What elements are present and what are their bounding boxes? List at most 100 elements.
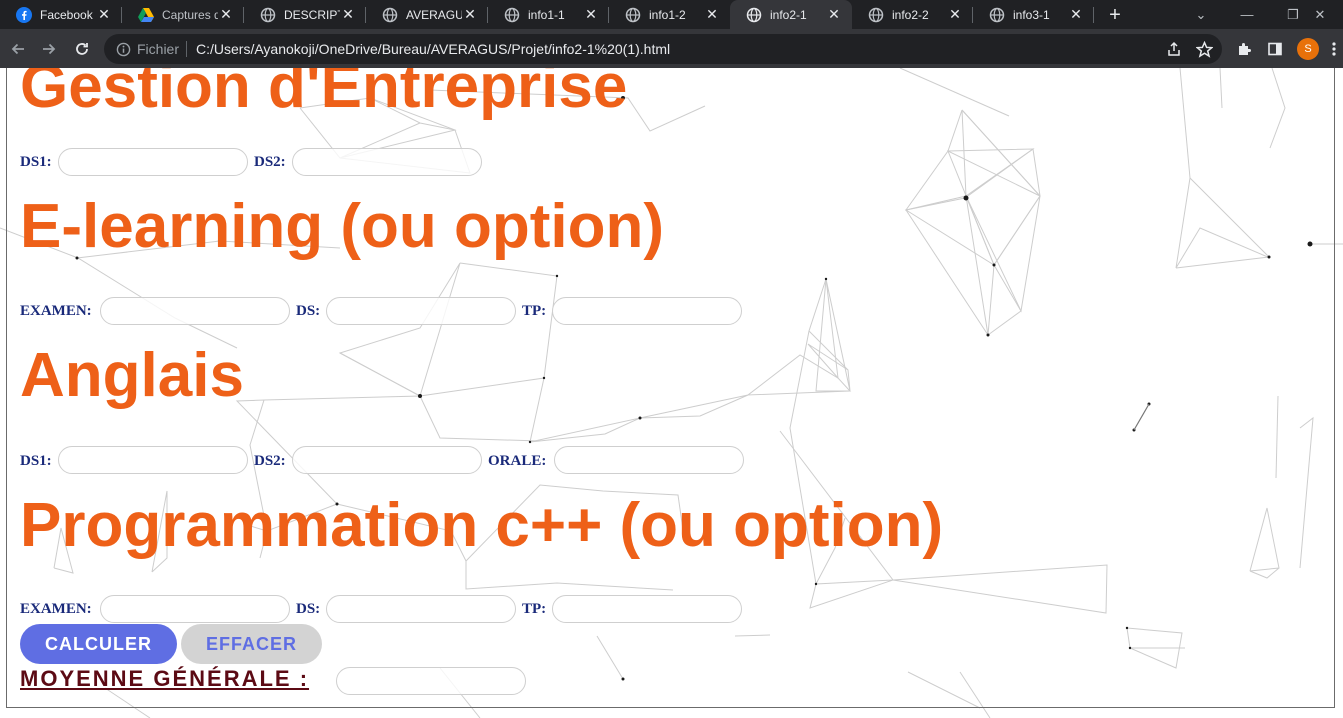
tab-strip: Facebook ✕ Captures d ✕ DESCRIPTI ✕ AVER… bbox=[0, 0, 1343, 29]
subject-title: Programmation c++ (ou option) bbox=[20, 491, 944, 560]
plus-icon: + bbox=[1109, 3, 1121, 26]
grade-input[interactable] bbox=[326, 297, 516, 325]
subject-title: E-learning (ou option) bbox=[20, 192, 665, 261]
tab-title: AVERAGUS bbox=[406, 7, 462, 22]
close-icon[interactable]: ✕ bbox=[1068, 6, 1084, 23]
average-label: MOYENNE GÉNÉRALE : bbox=[20, 666, 310, 691]
bookmark-button[interactable] bbox=[1192, 37, 1216, 61]
field-label: TP: bbox=[522, 601, 547, 617]
share-button[interactable] bbox=[1162, 37, 1186, 61]
globe-icon bbox=[989, 7, 1005, 23]
tab-info2-2[interactable]: info2-2 ✕ bbox=[852, 0, 973, 29]
chevron-down-icon: ⌄ bbox=[1195, 6, 1207, 22]
tab-captures[interactable]: Captures d ✕ bbox=[122, 0, 244, 29]
arrow-right-icon bbox=[43, 43, 56, 55]
site-info-button[interactable]: Fichier bbox=[116, 41, 179, 57]
arrow-left-icon bbox=[11, 43, 24, 55]
field-label: DS1: bbox=[20, 453, 52, 469]
star-icon bbox=[1195, 40, 1213, 58]
menu-button[interactable] bbox=[1322, 37, 1343, 61]
field-label: DS2: bbox=[254, 154, 286, 170]
close-icon[interactable]: ✕ bbox=[947, 6, 963, 23]
field-label: DS2: bbox=[254, 453, 286, 469]
tab-title: DESCRIPTI bbox=[284, 7, 340, 22]
close-window-button[interactable]: ✕ bbox=[1297, 0, 1343, 29]
tab-averagus[interactable]: AVERAGUS ✕ bbox=[366, 0, 488, 29]
close-icon[interactable]: ✕ bbox=[462, 6, 478, 23]
close-icon[interactable]: ✕ bbox=[704, 6, 720, 23]
field-label: TP: bbox=[522, 303, 547, 319]
grade-input[interactable] bbox=[552, 595, 742, 623]
tab-info1-2[interactable]: info1-2 ✕ bbox=[609, 0, 730, 29]
tab-title: info1-2 bbox=[649, 7, 686, 22]
globe-icon bbox=[746, 7, 762, 23]
grade-input[interactable] bbox=[554, 446, 744, 474]
more-vert-icon bbox=[1332, 42, 1336, 56]
globe-icon bbox=[382, 7, 398, 23]
grade-input[interactable] bbox=[58, 446, 248, 474]
tab-info1-1[interactable]: info1-1 ✕ bbox=[488, 0, 609, 29]
page-viewport: Gestion d'Entreprise DS1: DS2: E-learnin… bbox=[0, 68, 1343, 718]
close-icon[interactable]: ✕ bbox=[96, 6, 112, 23]
side-panel-button[interactable] bbox=[1263, 37, 1287, 61]
close-icon[interactable]: ✕ bbox=[340, 6, 356, 23]
globe-icon bbox=[260, 7, 276, 23]
tab-title: Facebook bbox=[40, 7, 93, 22]
forward-button[interactable] bbox=[37, 37, 61, 61]
extensions-button[interactable] bbox=[1232, 37, 1256, 61]
tab-title: Captures d bbox=[162, 7, 218, 22]
globe-icon bbox=[868, 7, 884, 23]
close-icon[interactable]: ✕ bbox=[826, 6, 842, 23]
grade-input[interactable] bbox=[100, 297, 290, 325]
globe-icon bbox=[504, 7, 520, 23]
profile-avatar[interactable]: S bbox=[1297, 38, 1319, 60]
clear-button[interactable]: EFFACER bbox=[181, 624, 322, 664]
grade-input[interactable] bbox=[326, 595, 516, 623]
tab-title: info2-1 bbox=[770, 7, 807, 22]
grade-input[interactable] bbox=[552, 297, 742, 325]
grade-input[interactable] bbox=[292, 446, 482, 474]
url-text[interactable]: C:/Users/Ayanokoji/OneDrive/Bureau/AVERA… bbox=[196, 41, 670, 57]
close-icon[interactable]: ✕ bbox=[583, 6, 599, 23]
tab-description[interactable]: DESCRIPTI ✕ bbox=[244, 0, 366, 29]
field-label: ORALE: bbox=[488, 453, 547, 469]
address-bar[interactable]: Fichier C:/Users/Ayanokoji/OneDrive/Bure… bbox=[104, 34, 1222, 64]
back-button[interactable] bbox=[6, 37, 30, 61]
field-label: DS1: bbox=[20, 154, 52, 170]
tab-info3-1[interactable]: info3-1 ✕ bbox=[973, 0, 1094, 29]
tab-title: info3-1 bbox=[1013, 7, 1050, 22]
field-label: DS: bbox=[296, 303, 321, 319]
tab-info2-1[interactable]: info2-1 ✕ bbox=[730, 0, 852, 29]
side-panel-icon bbox=[1268, 42, 1282, 56]
google-drive-icon bbox=[138, 7, 154, 23]
minimize-icon: — bbox=[1240, 7, 1254, 22]
facebook-icon bbox=[16, 6, 32, 23]
tab-facebook[interactable]: Facebook ✕ bbox=[0, 0, 122, 29]
tab-title: info1-1 bbox=[528, 7, 565, 22]
grade-input[interactable] bbox=[100, 595, 290, 623]
field-label: DS: bbox=[296, 601, 321, 617]
browser-toolbar: Fichier C:/Users/Ayanokoji/OneDrive/Bure… bbox=[0, 29, 1343, 68]
field-label: EXAMEN: bbox=[20, 303, 92, 319]
field-label: EXAMEN: bbox=[20, 601, 92, 617]
share-icon bbox=[1168, 41, 1180, 56]
average-output[interactable] bbox=[336, 667, 526, 695]
minimize-button[interactable]: — bbox=[1224, 0, 1270, 29]
subject-title: Gestion d'Entreprise bbox=[20, 68, 628, 121]
puzzle-icon bbox=[1239, 43, 1251, 55]
tab-search-button[interactable]: ⌄ bbox=[1178, 0, 1224, 29]
subject-title: Anglais bbox=[20, 341, 244, 410]
tab-title: info2-2 bbox=[892, 7, 929, 22]
close-icon[interactable]: ✕ bbox=[218, 6, 234, 23]
reload-icon bbox=[76, 43, 88, 55]
calculate-button[interactable]: CALCULER bbox=[20, 624, 177, 664]
globe-icon bbox=[625, 7, 641, 23]
reload-button[interactable] bbox=[70, 37, 94, 61]
info-icon bbox=[116, 42, 131, 56]
grade-input[interactable] bbox=[292, 148, 482, 176]
security-label: Fichier bbox=[137, 41, 180, 57]
omnibox-separator bbox=[186, 41, 187, 57]
new-tab-button[interactable]: + bbox=[1103, 4, 1127, 26]
close-icon: ✕ bbox=[1314, 6, 1326, 22]
grade-input[interactable] bbox=[58, 148, 248, 176]
